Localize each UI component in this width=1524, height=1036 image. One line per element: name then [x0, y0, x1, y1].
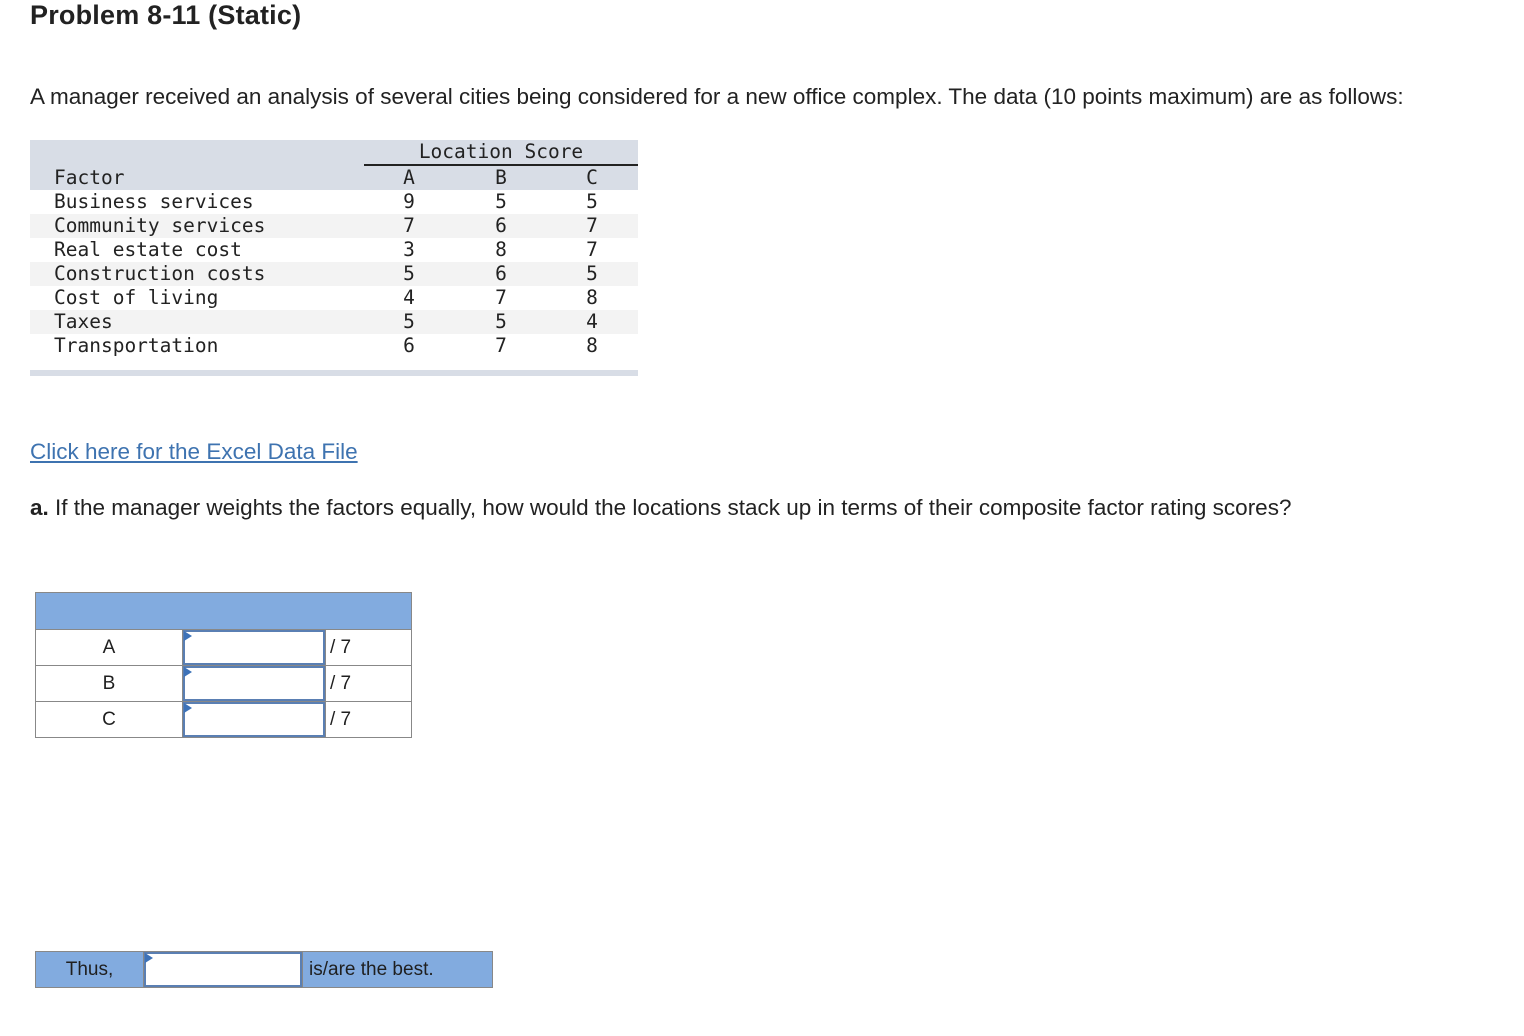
- question-label: a.: [30, 495, 49, 520]
- score-a-cell: 5: [403, 262, 415, 285]
- score-a-cell: 9: [403, 190, 415, 213]
- score-b-cell: 5: [495, 190, 507, 213]
- score-unit: / 7: [325, 701, 412, 738]
- score-a-cell: 6: [403, 334, 415, 357]
- conclusion-prefix: Thus,: [35, 951, 144, 988]
- score-b-cell: 6: [495, 262, 507, 285]
- score-c-cell: 7: [586, 214, 598, 237]
- score-c-cell: 4: [586, 310, 598, 333]
- column-header-factor: Factor: [54, 166, 125, 189]
- table-row: Construction costs 5 6 5: [30, 262, 638, 286]
- answer-row: A / 7: [35, 629, 412, 666]
- table-row: Cost of living 4 7 8: [30, 286, 638, 310]
- table-footer-bar: [30, 370, 638, 376]
- factor-cell: Cost of living: [54, 286, 219, 309]
- table-row: Taxes 5 5 4: [30, 310, 638, 334]
- input-flag-icon: [184, 703, 192, 713]
- input-flag-icon: [145, 953, 153, 963]
- score-b-cell: 7: [495, 334, 507, 357]
- excel-data-file-link[interactable]: Click here for the Excel Data File: [30, 439, 358, 465]
- score-b-cell: 8: [495, 238, 507, 261]
- factor-cell: Community services: [54, 214, 266, 237]
- score-c-cell: 7: [586, 238, 598, 261]
- score-a-cell: 5: [403, 310, 415, 333]
- score-a-input[interactable]: [183, 630, 325, 665]
- factor-cell: Business services: [54, 190, 254, 213]
- input-flag-icon: [184, 667, 192, 677]
- factor-cell: Taxes: [54, 310, 113, 333]
- score-unit: / 7: [325, 629, 412, 666]
- score-b-cell: 6: [495, 214, 507, 237]
- score-a-cell: 4: [403, 286, 415, 309]
- score-a-cell: 3: [403, 238, 415, 261]
- answer-row: B / 7: [35, 665, 412, 702]
- question-a: a. If the manager weights the factors eq…: [30, 495, 1291, 521]
- question-text: If the manager weights the factors equal…: [48, 495, 1292, 520]
- table-row: Business services 9 5 5: [30, 190, 638, 214]
- conclusion-suffix: is/are the best.: [302, 951, 493, 988]
- input-flag-icon: [184, 631, 192, 641]
- score-a-cell: 7: [403, 214, 415, 237]
- answer-row: C / 7: [35, 701, 412, 738]
- score-c-input[interactable]: [183, 702, 325, 737]
- table-header: Location Score Factor A B C: [30, 140, 638, 190]
- best-location-input[interactable]: [144, 952, 302, 987]
- location-score-header: Location Score: [364, 140, 638, 166]
- score-c-cell: 5: [586, 190, 598, 213]
- conclusion-row: Thus, is/are the best.: [35, 951, 493, 988]
- column-header-row: Factor A B C: [30, 166, 638, 190]
- score-b-cell: 5: [495, 310, 507, 333]
- composite-score-answer-table: A / 7 B / 7 C / 7: [35, 592, 412, 738]
- problem-intro: A manager received an analysis of severa…: [30, 84, 1404, 109]
- location-label: B: [35, 665, 183, 702]
- column-header-b: B: [495, 166, 507, 189]
- score-unit: / 7: [325, 665, 412, 702]
- factor-cell: Transportation: [54, 334, 219, 357]
- table-row: Transportation 6 7 8: [30, 334, 638, 358]
- column-header-a: A: [403, 166, 415, 189]
- factor-cell: Construction costs: [54, 262, 266, 285]
- score-c-cell: 5: [586, 262, 598, 285]
- score-c-cell: 8: [586, 286, 598, 309]
- score-c-cell: 8: [586, 334, 598, 357]
- factor-cell: Real estate cost: [54, 238, 242, 261]
- score-b-cell: 7: [495, 286, 507, 309]
- score-b-input[interactable]: [183, 666, 325, 701]
- location-label: A: [35, 629, 183, 666]
- column-header-c: C: [586, 166, 598, 189]
- problem-title: Problem 8-11 (Static): [30, 0, 302, 30]
- table-row: Community services 7 6 7: [30, 214, 638, 238]
- location-score-table: Location Score Factor A B C Business ser…: [30, 140, 638, 376]
- location-label: C: [35, 701, 183, 738]
- table-row: Real estate cost 3 8 7: [30, 238, 638, 262]
- answer-table-header: [35, 592, 412, 630]
